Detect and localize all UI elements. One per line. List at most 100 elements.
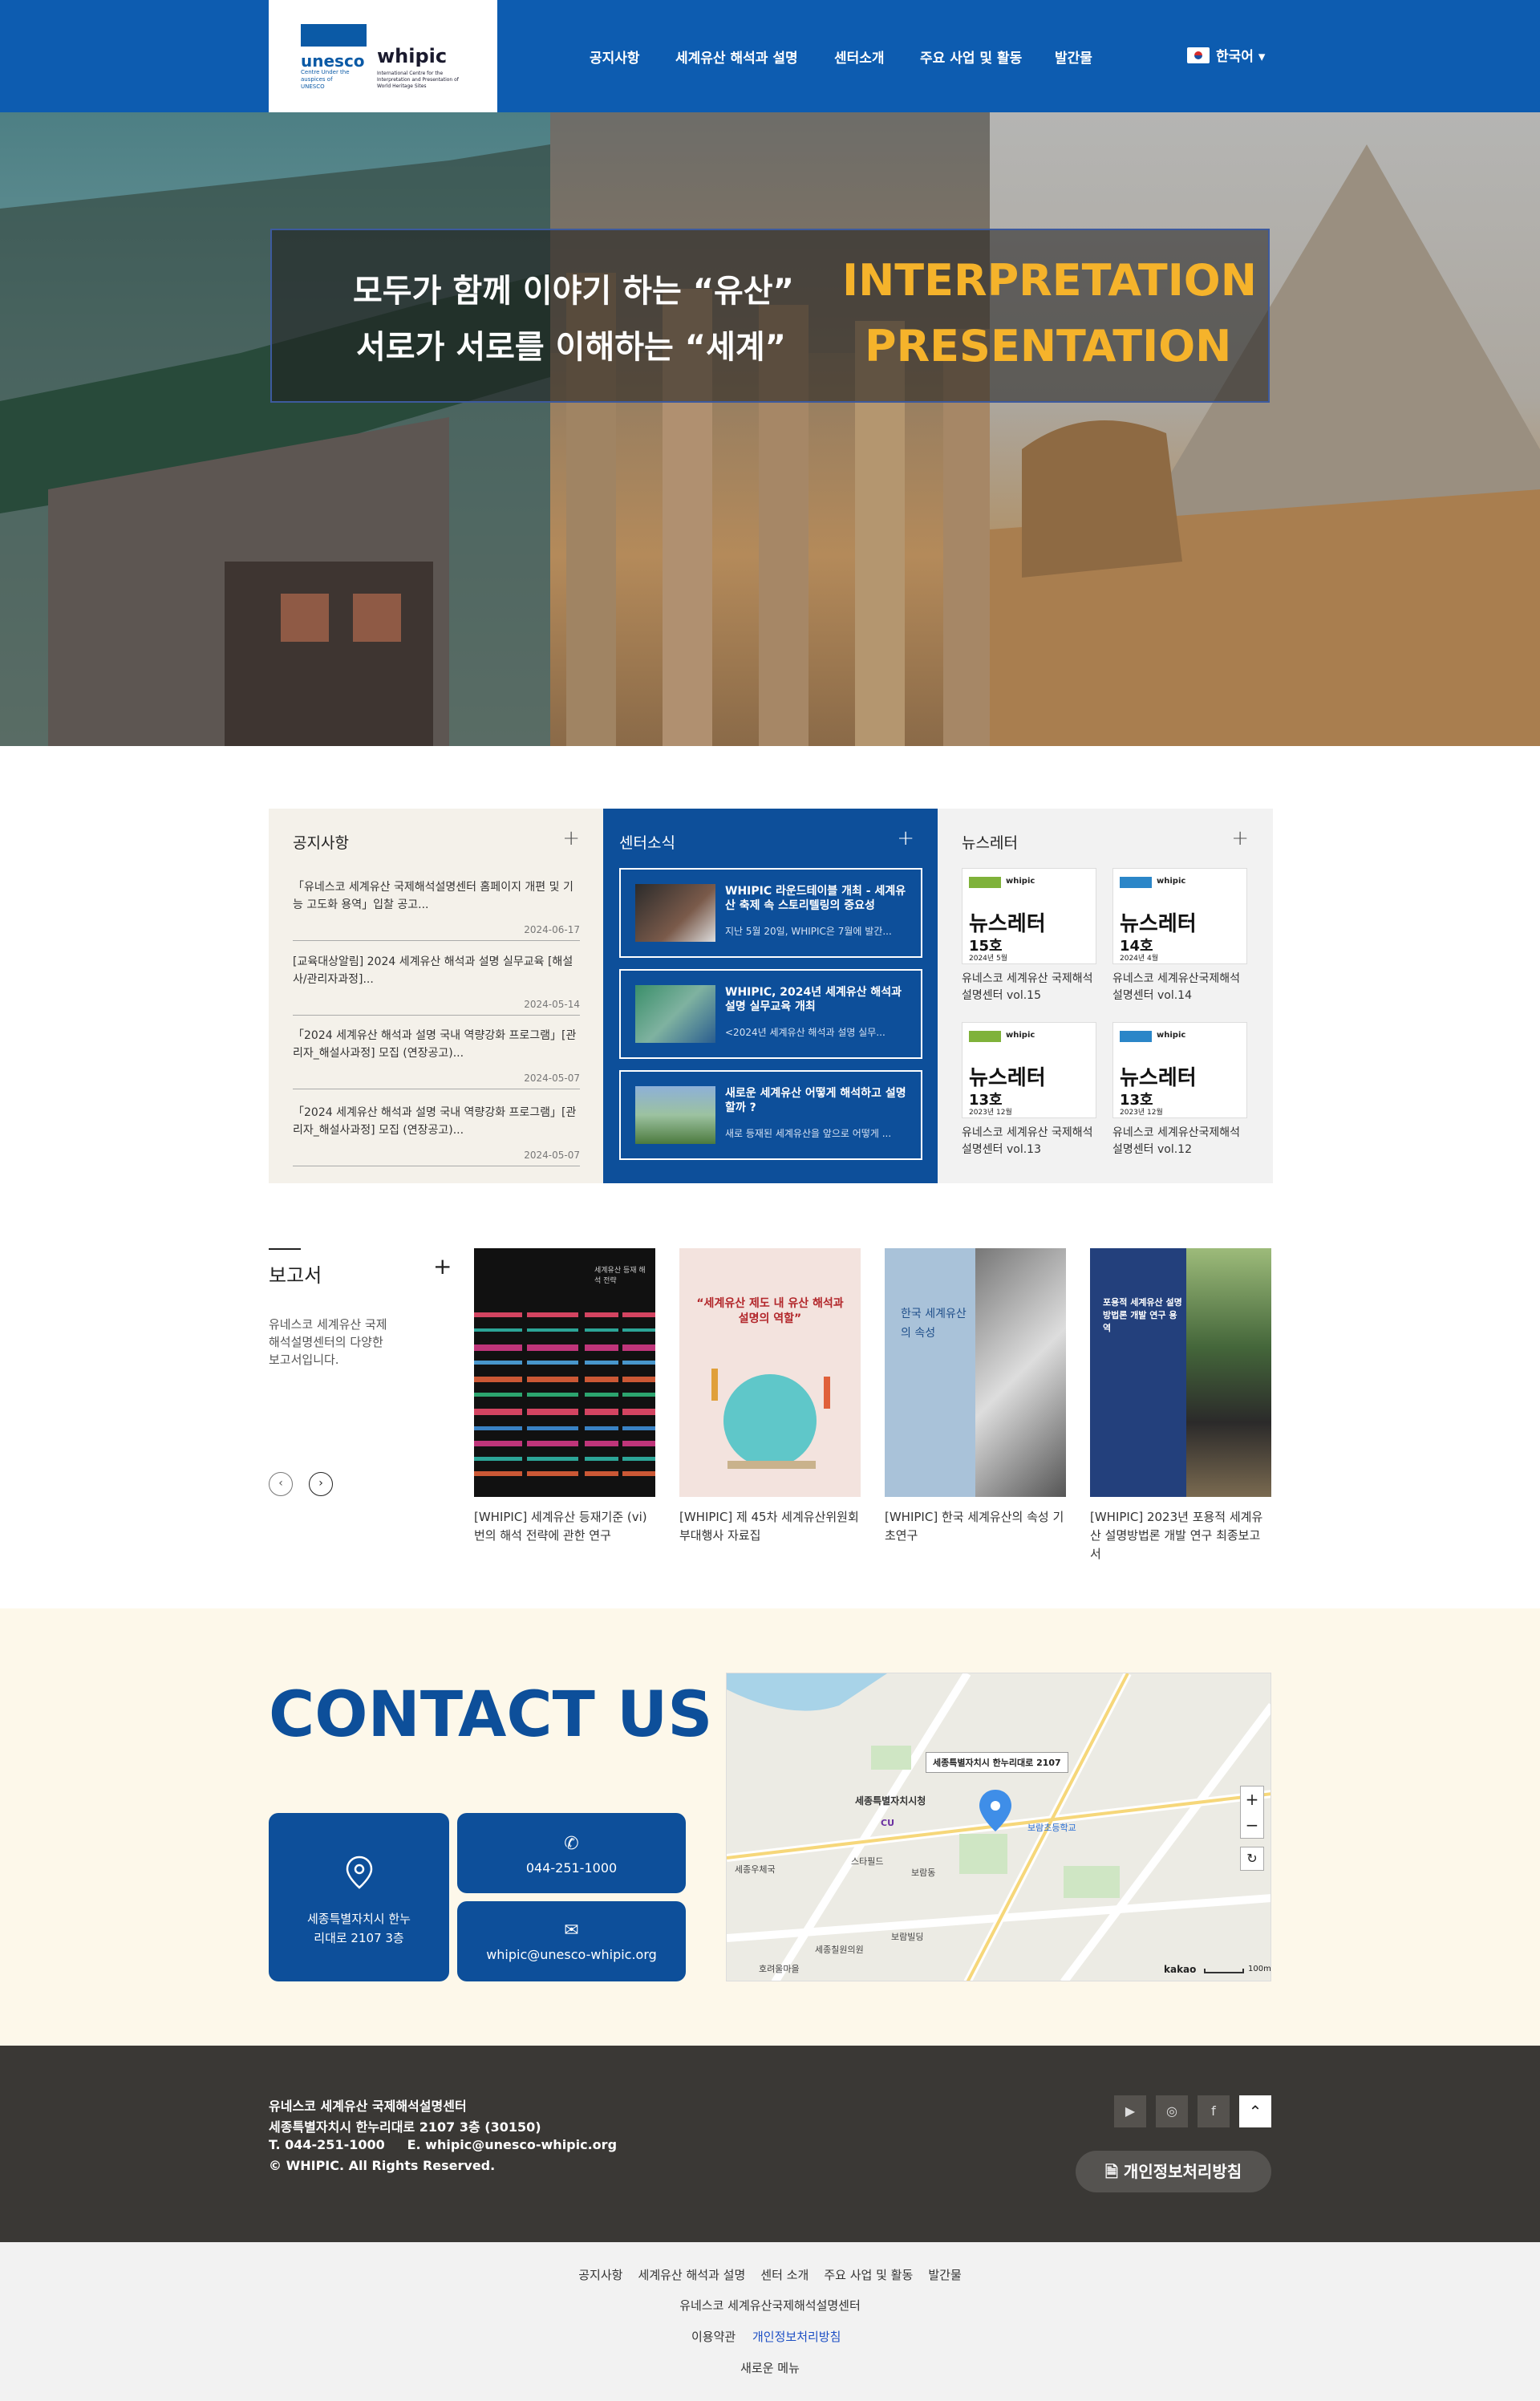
unesco-badge-icon [1120,1031,1152,1042]
newsletter-caption[interactable]: 유네스코 세계유산 국제해석 설명센터 vol.13 [962,1125,1096,1158]
whipic-mark: whipic [1157,1031,1186,1040]
youtube-icon[interactable]: ▶ [1114,2095,1146,2127]
newsletter-more-button[interactable]: + [1231,826,1249,850]
logo[interactable]: unesco Centre Under the auspices of UNES… [269,0,497,112]
map-scale-label: 100m [1248,1965,1271,1973]
unesco-subtitle: Centre Under the auspices of UNESCO [301,69,350,90]
notice-item-date: 2024-05-14 [524,999,580,1010]
newsletter-date: 2023년 12월 [969,1109,1012,1117]
notice-item[interactable]: 「2024 세계유산 해석과 설명 국내 역량강화 프로그램」[관리자_해설사과… [293,1094,580,1166]
nav-heritage[interactable]: 세계유산 해석과 설명 [675,47,798,67]
footer-contact: T. 044-251-1000 E. whipic@unesco-whipic.… [269,2137,618,2152]
notice-item[interactable]: 「유네스코 세계유산 국제해석설명센터 홈페이지 개편 및 기능 고도화 용역」… [293,869,580,941]
notice-item-date: 2024-06-17 [524,924,580,935]
phone-icon: ✆ [564,1834,579,1854]
facebook-icon[interactable]: f [1198,2095,1230,2127]
reports-next-button[interactable]: › [309,1472,333,1496]
center-news-card[interactable]: 새로운 세계유산 어떻게 해석하고 설명할까 ? 새로 등재된 세계유산을 앞으… [619,1070,922,1160]
report-caption[interactable]: [WHIPIC] 세계유산 등재기준 (vi)번의 해석 전략에 관한 연구 [474,1508,655,1545]
terms-link[interactable]: 이용약관 [691,2328,736,2345]
center-news-card[interactable]: WHIPIC 라운드테이블 개최 - 세계유산 축제 속 스토리텔링의 중요성 … [619,868,922,958]
center-news-panel: 센터소식 + WHIPIC 라운드테이블 개최 - 세계유산 축제 속 스토리텔… [603,809,938,1183]
hero-slogan-line2: 서로가 서로를 이해하는 “세계” [356,329,786,366]
newsletter-cover[interactable]: whipic 뉴스레터 13호 2023년 12월 [1112,1022,1247,1118]
report-caption[interactable]: [WHIPIC] 한국 세계유산의 속성 기초연구 [885,1508,1066,1545]
scroll-top-button[interactable]: ⌃ [1239,2095,1271,2127]
map-scale-bar [1204,1969,1244,1973]
map-zoom-control[interactable]: + − [1240,1786,1264,1839]
center-news-card-title: WHIPIC, 2024년 세계유산 해석과 설명 실무교육 개최 [725,986,902,1013]
report-cover-title: 한국 세계유산의 속성 [901,1308,967,1340]
notice-item[interactable]: 「2024 세계유산 해석과 설명 국내 역량강화 프로그램」[관리자_해설사과… [293,1017,580,1089]
nav-about[interactable]: 센터소개 [834,47,885,67]
hero-image-parthenon [550,112,990,746]
korea-flag-icon [1187,47,1210,63]
newsletter-cover[interactable]: whipic 뉴스레터 15호 2024년 5월 [962,868,1096,964]
privacy-link[interactable]: 개인정보처리방침 [752,2328,841,2345]
nav-notice[interactable]: 공지사항 [590,47,640,67]
language-selector[interactable]: 한국어 ▾ [1187,45,1265,65]
unesco-badge-icon [1120,877,1152,888]
center-news-thumbnail [635,884,715,942]
map-refresh-icon[interactable]: ↻ [1240,1847,1264,1871]
center-news-card-summary: 지난 5월 20일, WHIPIC은 7월에 발간... [725,926,892,937]
newsletter-cover-title: 뉴스레터 [1120,1066,1197,1090]
nav-activities[interactable]: 주요 사업 및 활동 [920,47,1022,67]
document-icon: 🗎 [1104,2162,1124,2181]
report-cover-hanok-image [1186,1248,1271,1497]
notice-more-button[interactable]: + [562,826,580,850]
footer-org-link[interactable]: 유네스코 세계유산국제해석설명센터 [0,2297,1540,2314]
reports-more-button[interactable]: + [433,1253,452,1280]
notice-item[interactable]: [교육대상알림] 2024 세계유산 해석과 설명 실무교육 [해설사/관리자과… [293,943,580,1016]
reports-prev-button[interactable]: ‹ [269,1472,293,1496]
newsletter-caption[interactable]: 유네스코 세계유산국제해석설명센터 vol.12 [1112,1125,1247,1158]
contact-address-card[interactable]: 세종특별자치시 한누리대로 2107 3층 [269,1813,449,1981]
report-cover[interactable]: 포용적 세계유산 설명 방법론 개발 연구 용역 [1090,1248,1271,1497]
newsletter-cover-title: 뉴스레터 [969,1066,1046,1090]
zoom-out-icon[interactable]: − [1241,1812,1263,1838]
report-cover[interactable]: “세계유산 제도 내 유산 해석과 설명의 역할” [679,1248,861,1497]
report-cover-buddha-image [975,1248,1066,1497]
newsletter-cover[interactable]: whipic 뉴스레터 13호 2023년 12월 [962,1022,1096,1118]
nav-publications[interactable]: 발간물 [1055,47,1092,67]
hero-image-korean-palace [0,112,550,746]
report-caption[interactable]: [WHIPIC] 제 45차 세계유산위원회 부대행사 자료집 [679,1508,861,1545]
location-map[interactable]: 세종특별자치시 한누리대로 2107 세종특별자치시청 보람초등학교 보람동 호… [726,1673,1271,1981]
unesco-wordmark: unesco [301,51,365,71]
newsletter-cover[interactable]: whipic 뉴스레터 14호 2024년 4월 [1112,868,1247,964]
newsletter-caption[interactable]: 유네스코 세계유산국제해석설명센터 vol.14 [1112,971,1247,1004]
reports-title: 보고서 [269,1264,322,1287]
map-label-cu: CU [881,1818,895,1828]
unesco-badge-icon [969,1031,1001,1042]
center-news-card[interactable]: WHIPIC, 2024년 세계유산 해석과 설명 실무교육 개최 <2024년… [619,969,922,1059]
whipic-mark: whipic [1157,877,1186,886]
map-label-horyeoul: 호려울마을 [759,1964,800,1974]
center-news-more-button[interactable]: + [897,826,914,850]
map-address-label: 세종특별자치시 한누리대로 2107 [926,1752,1068,1773]
map-label-starfield: 스타필드 [851,1856,884,1867]
center-news-thumbnail [635,1086,715,1144]
report-cover[interactable]: 한국 세계유산의 속성 [885,1248,1066,1497]
contact-email-card[interactable]: ✉ whipic@unesco-whipic.org [457,1901,686,1981]
new-menu-link[interactable]: 새로운 메뉴 [0,2359,1540,2376]
zoom-in-icon[interactable]: + [1241,1787,1263,1812]
footer-nav-links[interactable]: 공지사항 세계유산 해석과 설명 센터 소개 주요 사업 및 활동 발간물 [0,2266,1540,2283]
privacy-policy-button[interactable]: 🗎 개인정보처리방침 [1076,2151,1271,2192]
contact-phone-card[interactable]: ✆ 044-251-1000 [457,1813,686,1893]
center-news-thumbnail [635,985,715,1043]
center-news-title: 센터소식 [619,834,675,852]
contact-address: 세종특별자치시 한누리대로 2107 3층 [307,1912,411,1945]
newsletter-caption[interactable]: 유네스코 세계유산 국제해석설명센터 vol.15 [962,971,1096,1004]
map-label-clinic: 세종칠원의원 [815,1945,864,1955]
center-news-card-summary: 새로 등재된 세계유산을 앞으로 어떻게 ... [725,1128,892,1139]
instagram-icon[interactable]: ◎ [1156,2095,1188,2127]
map-label-school: 보람초등학교 [1027,1823,1076,1833]
report-cover[interactable]: 세계유산 등재 해석 전략 [474,1248,655,1497]
contact-email: whipic@unesco-whipic.org [486,1947,657,1962]
newsletter-date: 2024년 4월 [1120,955,1159,963]
kakao-logo: kakao [1164,1964,1197,1975]
contact-phone: 044-251-1000 [525,1860,618,1876]
language-label: 한국어 ▾ [1216,49,1266,65]
center-news-card-title: WHIPIC 라운드테이블 개최 - 세계유산 축제 속 스토리텔링의 중요성 [725,885,906,912]
report-caption[interactable]: [WHIPIC] 2023년 포용적 세계유산 설명방법론 개발 연구 최종보고… [1090,1508,1271,1563]
